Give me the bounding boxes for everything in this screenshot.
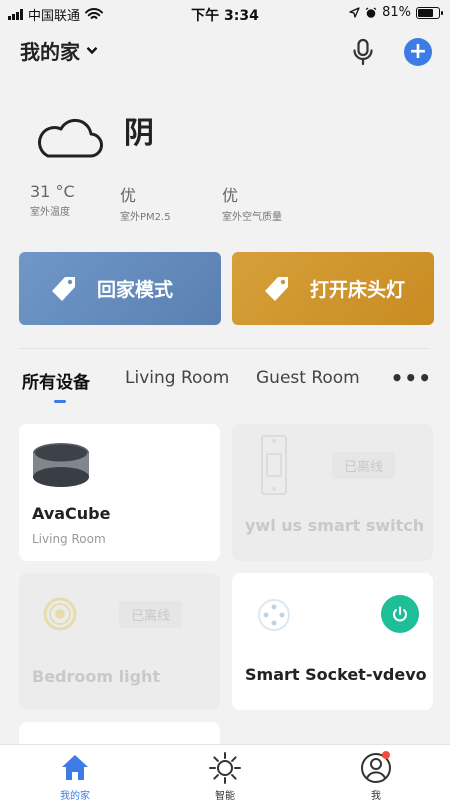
offline-badge: 已离线 (119, 601, 183, 628)
alarm-icon (365, 6, 377, 18)
add-device-button[interactable]: + (404, 38, 432, 66)
device-name: Bedroom light (32, 667, 161, 686)
chevron-down-icon (86, 46, 98, 55)
tab-guest-room[interactable]: Guest Room (256, 368, 360, 388)
device-card-smart-socket[interactable]: Smart Socket-vdevo (232, 573, 433, 710)
metric-temperature: 31 °C 室外温度 (30, 182, 75, 218)
home-icon (62, 755, 88, 780)
scene-bedside-lamp-button[interactable]: 打开床头灯 (232, 252, 434, 325)
header: 我的家 + (20, 36, 432, 68)
tabbar-smart[interactable]: 智能 (185, 751, 265, 800)
battery-icon (416, 6, 443, 19)
tab-living-room[interactable]: Living Room (125, 368, 229, 388)
metric-value: 优 (120, 186, 137, 205)
cloud-icon (38, 118, 103, 158)
device-card-bedroom-light[interactable]: 已离线 Bedroom light (19, 573, 220, 710)
metric-pm25: 优 室外PM2.5 (120, 182, 171, 223)
tag-icon (52, 276, 75, 301)
weather-condition: 阴 (124, 116, 154, 151)
active-tab-indicator (54, 400, 66, 403)
tabbar-label: 我的家 (60, 791, 90, 800)
plus-icon: + (408, 39, 428, 64)
battery-fill (418, 8, 434, 17)
metric-air-quality: 优 室外空气质量 (222, 182, 282, 223)
tabbar-me[interactable]: 我 (336, 751, 416, 800)
offline-badge: 已离线 (332, 452, 396, 479)
sun-icon (209, 752, 241, 784)
light-strip-icon (43, 597, 77, 631)
device-card-avacube[interactable]: AvaCube Living Room (19, 424, 220, 561)
metric-label: 室外温度 (30, 207, 70, 218)
home-selector[interactable]: 我的家 (20, 36, 98, 65)
metric-value: 优 (222, 186, 239, 205)
location-icon (349, 7, 360, 18)
status-bar: 中国联通 下午 3:34 81% (0, 0, 450, 26)
room-tabs: 所有设备 Living Room Guest Room ••• (22, 366, 432, 408)
weather-panel: 阴 31 °C 室外温度 优 室外PM2.5 优 室外空气质量 (30, 106, 430, 226)
bottom-tab-bar: 我的家 智能 我 (0, 744, 450, 800)
tabbar-label: 我 (371, 791, 381, 800)
device-name: ywl us smart switch (245, 516, 425, 535)
scene-go-home-button[interactable]: 回家模式 (19, 252, 221, 325)
device-name: AvaCube (32, 504, 111, 523)
notification-dot (382, 751, 390, 759)
metric-label: 室外PM2.5 (120, 212, 171, 223)
tabbar-my-home[interactable]: 我的家 (35, 751, 115, 800)
speaker-icon (33, 443, 89, 487)
device-card-smart-switch[interactable]: 已离线 ywl us smart switch (232, 424, 433, 561)
home-title-label: 我的家 (20, 40, 80, 64)
device-name: Smart Socket-vdevo (245, 665, 427, 684)
status-right: 81% (349, 5, 443, 20)
device-room: Living Room (32, 532, 106, 546)
power-icon (393, 606, 407, 622)
tabbar-label: 智能 (215, 791, 235, 800)
power-button[interactable] (381, 595, 419, 633)
metric-value: 31 °C (30, 182, 75, 201)
metric-label: 室外空气质量 (222, 212, 282, 223)
more-icon[interactable]: ••• (391, 366, 432, 390)
scene-label: 打开床头灯 (310, 279, 406, 301)
scene-label: 回家模式 (97, 279, 174, 301)
microphone-icon[interactable] (350, 38, 376, 66)
tag-icon (265, 276, 288, 301)
switch-icon (261, 435, 287, 495)
socket-icon (258, 599, 290, 631)
battery-percent: 81% (382, 5, 411, 20)
divider (20, 348, 430, 349)
tab-all-devices[interactable]: 所有设备 (22, 368, 90, 393)
